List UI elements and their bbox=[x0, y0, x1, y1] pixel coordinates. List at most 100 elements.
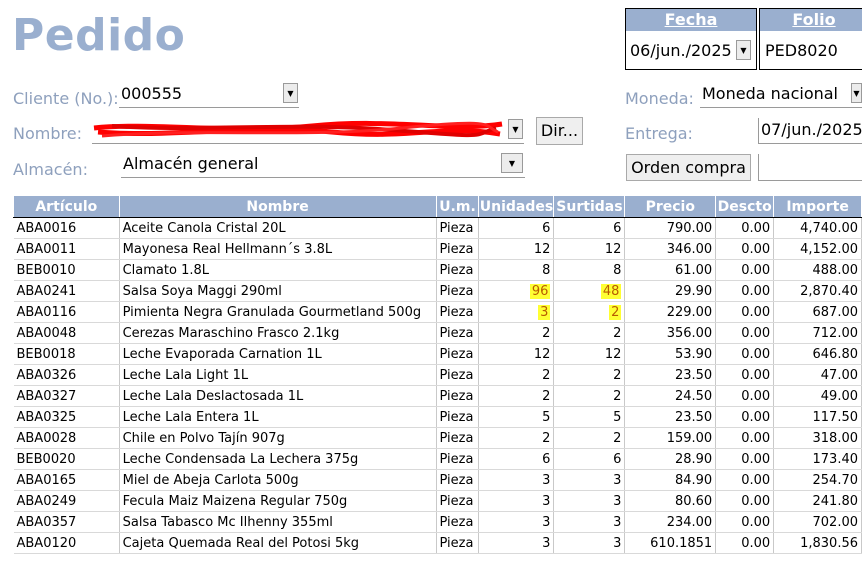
cell-nombre[interactable]: Mayonesa Real Hellmann´s 3.8L bbox=[119, 238, 437, 260]
cell-precio[interactable]: 23.50 bbox=[624, 406, 717, 428]
cell-descto[interactable]: 0.00 bbox=[715, 427, 775, 449]
cell-um[interactable]: Pieza bbox=[436, 448, 480, 470]
cell-um[interactable]: Pieza bbox=[436, 301, 480, 323]
cell-surtidas[interactable]: 6 bbox=[553, 448, 626, 470]
cell-importe[interactable]: 173.40 bbox=[773, 448, 862, 470]
cell-articulo[interactable]: ABA0249 bbox=[13, 490, 120, 512]
cell-um[interactable]: Pieza bbox=[436, 217, 480, 239]
cell-surtidas[interactable]: 12 bbox=[553, 238, 626, 260]
cell-surtidas[interactable]: 2 bbox=[553, 364, 626, 386]
col-header-surtidas[interactable]: Surtidas bbox=[553, 195, 626, 218]
cell-importe[interactable]: 241.80 bbox=[773, 490, 862, 512]
cell-articulo[interactable]: ABA0325 bbox=[13, 406, 120, 428]
nombre-combo[interactable]: ▼ bbox=[92, 118, 524, 144]
orden-compra-field[interactable] bbox=[758, 154, 862, 181]
cell-articulo[interactable]: BEB0010 bbox=[13, 259, 120, 281]
cell-surtidas[interactable]: 3 bbox=[553, 469, 626, 491]
cell-nombre[interactable]: Fecula Maiz Maizena Regular 750g bbox=[119, 490, 437, 512]
cell-descto[interactable]: 0.00 bbox=[715, 490, 775, 512]
cliente-combo[interactable]: 000555 ▼ bbox=[119, 82, 299, 108]
cell-descto[interactable]: 0.00 bbox=[715, 385, 775, 407]
cell-unidades[interactable]: 6 bbox=[478, 448, 555, 470]
cell-unidades[interactable]: 96 bbox=[478, 280, 555, 302]
cell-precio[interactable]: 234.00 bbox=[624, 511, 717, 533]
cell-um[interactable]: Pieza bbox=[436, 259, 480, 281]
cell-surtidas[interactable]: 2 bbox=[553, 322, 626, 344]
cell-surtidas[interactable]: 3 bbox=[553, 490, 626, 512]
cell-surtidas[interactable]: 6 bbox=[553, 217, 626, 239]
cell-descto[interactable]: 0.00 bbox=[715, 406, 775, 428]
cell-precio[interactable]: 61.00 bbox=[624, 259, 717, 281]
cell-nombre[interactable]: Salsa Tabasco Mc Ilhenny 355ml bbox=[119, 511, 437, 533]
table-row[interactable]: BEB0010 Clamato 1.8L Pieza 8 8 61.00 0.00 488.0… bbox=[13, 259, 862, 281]
cell-articulo[interactable]: ABA0357 bbox=[13, 511, 120, 533]
cell-descto[interactable]: 0.00 bbox=[715, 280, 775, 302]
cell-um[interactable]: Pieza bbox=[436, 280, 480, 302]
cell-precio[interactable]: 790.00 bbox=[624, 217, 717, 239]
cell-unidades[interactable]: 6 bbox=[478, 217, 555, 239]
cell-unidades[interactable]: 2 bbox=[478, 364, 555, 386]
cell-um[interactable]: Pieza bbox=[436, 490, 480, 512]
table-row[interactable]: ABA0241 Salsa Soya Maggi 290ml Pieza 96 48 29… bbox=[13, 280, 862, 302]
cell-surtidas[interactable]: 48 bbox=[553, 280, 626, 302]
cell-unidades[interactable]: 3 bbox=[478, 301, 555, 323]
cell-nombre[interactable]: Miel de Abeja Carlota 500g bbox=[119, 469, 437, 491]
col-header-um[interactable]: U.m. bbox=[435, 195, 480, 218]
cell-unidades[interactable]: 3 bbox=[478, 469, 555, 491]
cell-unidades[interactable]: 3 bbox=[478, 532, 555, 554]
cell-surtidas[interactable]: 2 bbox=[553, 301, 626, 323]
cell-precio[interactable]: 84.90 bbox=[624, 469, 717, 491]
cell-um[interactable]: Pieza bbox=[436, 406, 480, 428]
cell-articulo[interactable]: ABA0326 bbox=[13, 364, 120, 386]
cell-articulo[interactable]: ABA0327 bbox=[13, 385, 120, 407]
cell-importe[interactable]: 687.00 bbox=[773, 301, 862, 323]
col-header-nombre[interactable]: Nombre bbox=[118, 195, 437, 218]
cell-importe[interactable]: 2,870.40 bbox=[773, 280, 862, 302]
cell-nombre[interactable]: Leche Evaporada Carnation 1L bbox=[119, 343, 437, 365]
cell-articulo[interactable]: ABA0048 bbox=[13, 322, 120, 344]
col-header-importe[interactable]: Importe bbox=[773, 195, 862, 218]
cell-um[interactable]: Pieza bbox=[436, 532, 480, 554]
cell-um[interactable]: Pieza bbox=[436, 238, 480, 260]
cell-articulo[interactable]: ABA0016 bbox=[13, 217, 120, 239]
cell-descto[interactable]: 0.00 bbox=[715, 532, 775, 554]
cell-um[interactable]: Pieza bbox=[436, 469, 480, 491]
cell-um[interactable]: Pieza bbox=[436, 343, 480, 365]
moneda-dropdown-icon[interactable]: ▼ bbox=[851, 83, 862, 103]
cell-um[interactable]: Pieza bbox=[436, 322, 480, 344]
cell-precio[interactable]: 80.60 bbox=[624, 490, 717, 512]
cell-unidades[interactable]: 3 bbox=[478, 511, 555, 533]
cell-precio[interactable]: 53.90 bbox=[624, 343, 717, 365]
fecha-dropdown-icon[interactable]: ▼ bbox=[736, 40, 751, 60]
cell-unidades[interactable]: 2 bbox=[478, 322, 555, 344]
table-row[interactable]: ABA0327 Leche Lala Deslactosada 1L Pieza 2 2… bbox=[13, 385, 862, 407]
cell-nombre[interactable]: Cajeta Quemada Real del Potosi 5kg bbox=[119, 532, 437, 554]
cell-nombre[interactable]: Aceite Canola Cristal 20L bbox=[119, 217, 437, 239]
cell-precio[interactable]: 229.00 bbox=[624, 301, 717, 323]
cell-importe[interactable]: 712.00 bbox=[773, 322, 862, 344]
table-row[interactable]: ABA0011 Mayonesa Real Hellmann´s 3.8L Piez… bbox=[13, 238, 862, 260]
cell-articulo[interactable]: BEB0018 bbox=[13, 343, 120, 365]
cell-descto[interactable]: 0.00 bbox=[715, 364, 775, 386]
cell-importe[interactable]: 49.00 bbox=[773, 385, 862, 407]
table-row[interactable]: ABA0165 Miel de Abeja Carlota 500g Pieza 3 3… bbox=[13, 469, 862, 491]
moneda-combo[interactable]: Moneda nacional ▼ bbox=[700, 82, 862, 108]
cell-descto[interactable]: 0.00 bbox=[715, 301, 775, 323]
almacen-combo[interactable]: Almacén general ▼ bbox=[121, 152, 525, 178]
cell-unidades[interactable]: 8 bbox=[478, 259, 555, 281]
cell-nombre[interactable]: Chile en Polvo Tajín 907g bbox=[119, 427, 437, 449]
cell-surtidas[interactable]: 3 bbox=[553, 532, 626, 554]
cell-nombre[interactable]: Leche Condensada La Lechera 375g bbox=[119, 448, 437, 470]
cell-descto[interactable]: 0.00 bbox=[715, 322, 775, 344]
cell-descto[interactable]: 0.00 bbox=[715, 511, 775, 533]
table-row[interactable]: BEB0018 Leche Evaporada Carnation 1L Pieza… bbox=[13, 343, 862, 365]
cell-unidades[interactable]: 12 bbox=[478, 238, 555, 260]
cell-unidades[interactable]: 12 bbox=[478, 343, 555, 365]
cell-importe[interactable]: 4,740.00 bbox=[773, 217, 862, 239]
table-row[interactable]: ABA0325 Leche Lala Entera 1L Pieza 5 5 23.50 0… bbox=[13, 406, 862, 428]
cell-descto[interactable]: 0.00 bbox=[715, 238, 775, 260]
table-row[interactable]: BEB0020 Leche Condensada La Lechera 375g P… bbox=[13, 448, 862, 470]
cell-importe[interactable]: 4,152.00 bbox=[773, 238, 862, 260]
table-row[interactable]: ABA0016 Aceite Canola Cristal 20L Pieza 6 6 7… bbox=[13, 217, 862, 239]
cell-surtidas[interactable]: 3 bbox=[553, 511, 626, 533]
